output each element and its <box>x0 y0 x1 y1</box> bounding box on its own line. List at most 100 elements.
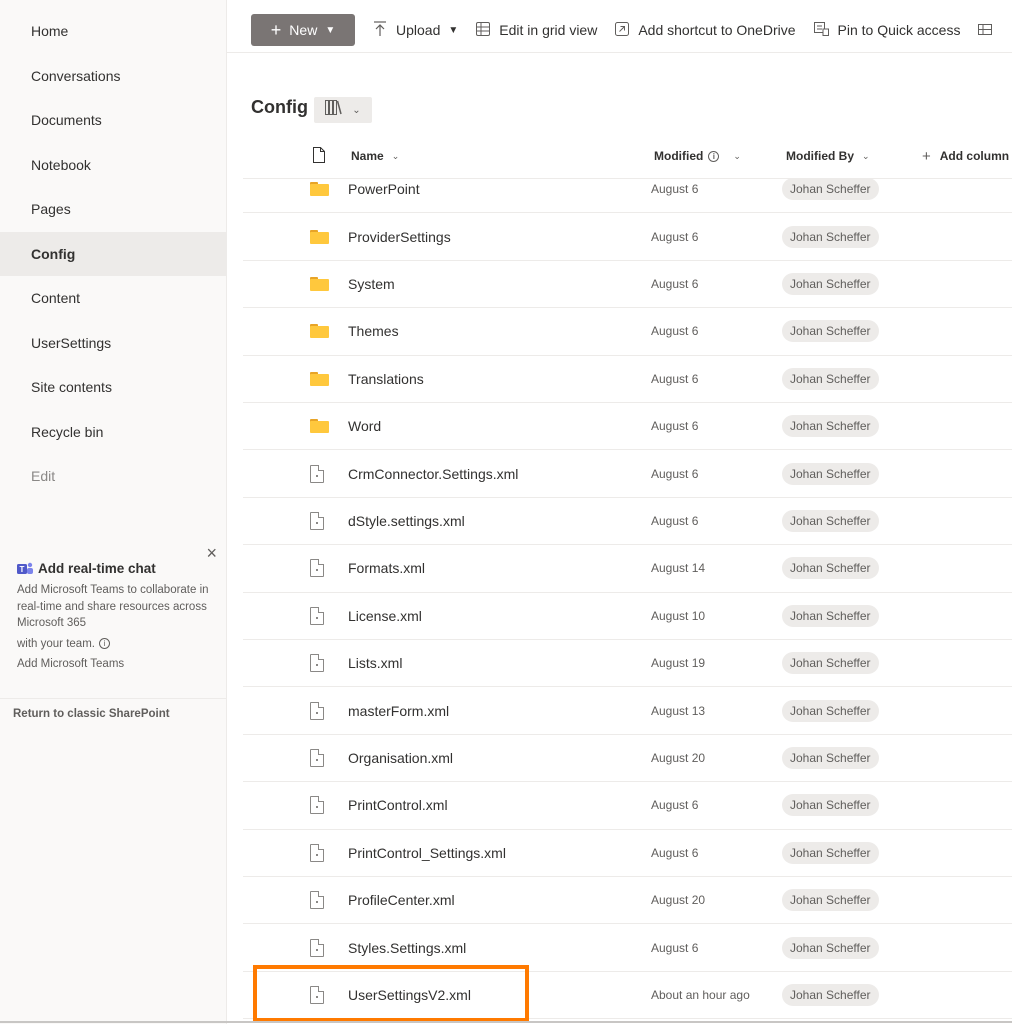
table-row[interactable]: masterForm.xml August 13 Johan Scheffer <box>243 687 1012 735</box>
view-options-button[interactable]: ⌄ <box>314 97 372 123</box>
file-type-header[interactable] <box>313 146 325 166</box>
file-name[interactable]: System <box>348 276 395 292</box>
modified-by-badge[interactable]: Johan Scheffer <box>782 889 879 912</box>
file-shape <box>310 985 324 1004</box>
modified-by-badge[interactable]: Johan Scheffer <box>782 746 879 769</box>
modified-by-badge[interactable]: Johan Scheffer <box>782 557 879 580</box>
modified-by-badge[interactable]: Johan Scheffer <box>782 367 879 390</box>
upload-icon <box>373 20 387 40</box>
file-name[interactable]: PrintControl_Settings.xml <box>348 845 506 861</box>
sidebar-item-usersettings[interactable]: UserSettings <box>0 321 226 366</box>
file-shape <box>310 511 324 530</box>
more-commands-button[interactable] <box>978 22 1001 39</box>
modified-by-badge[interactable]: Johan Scheffer <box>782 225 879 248</box>
file-name[interactable]: Organisation.xml <box>348 750 453 766</box>
file-name[interactable]: Translations <box>348 371 424 387</box>
table-row[interactable]: PowerPoint August 6 Johan Scheffer <box>243 166 1012 214</box>
file-name[interactable]: PowerPoint <box>348 181 420 197</box>
add-shortcut-button[interactable]: Add shortcut to OneDrive <box>615 21 796 39</box>
modified-by-badge[interactable]: Johan Scheffer <box>782 936 879 959</box>
folder-icon <box>310 324 329 339</box>
sidebar-item-recycle-bin[interactable]: Recycle bin <box>0 410 226 455</box>
file-shape <box>310 464 324 483</box>
sidebar-item-conversations[interactable]: Conversations <box>0 54 226 99</box>
modified-by-badge[interactable]: Johan Scheffer <box>782 320 879 343</box>
add-column-button[interactable]: + Add column <box>922 146 1009 166</box>
modified-by-badge[interactable]: Johan Scheffer <box>782 983 879 1006</box>
modified-by-header-label: Modified By <box>786 149 854 163</box>
add-teams-link[interactable]: Add Microsoft Teams <box>17 658 211 670</box>
sidebar-item-content[interactable]: Content <box>0 276 226 321</box>
sidebar-item-notebook[interactable]: Notebook <box>0 143 226 188</box>
modified-by-badge[interactable]: Johan Scheffer <box>782 794 879 817</box>
modified-by-badge[interactable]: Johan Scheffer <box>782 699 879 722</box>
sidebar-item-pages[interactable]: Pages <box>0 187 226 232</box>
modified-by-badge[interactable]: Johan Scheffer <box>782 652 879 675</box>
modified-by-badge[interactable]: Johan Scheffer <box>782 462 879 485</box>
return-classic-link[interactable]: Return to classic SharePoint <box>13 708 170 720</box>
file-name[interactable]: masterForm.xml <box>348 703 449 719</box>
sidebar-item-config[interactable]: Config <box>0 231 226 276</box>
info-icon[interactable]: i <box>98 638 110 649</box>
file-name[interactable]: dStyle.settings.xml <box>348 513 465 529</box>
table-row[interactable]: System August 6 Johan Scheffer <box>243 261 1012 309</box>
file-shape <box>310 654 324 673</box>
pin-quick-access-button[interactable]: Pin to Quick access <box>813 21 960 39</box>
table-row[interactable]: PrintControl.xml August 6 Johan Scheffer <box>243 782 1012 830</box>
table-row[interactable]: UserSettingsV2.xml About an hour ago Johan… <box>243 972 1012 1020</box>
sidebar-item-documents[interactable]: Documents <box>0 98 226 143</box>
new-button[interactable]: + New ▼ <box>251 14 355 46</box>
column-header-modified[interactable]: Modified i ⌄ <box>654 146 741 166</box>
modified-by-badge[interactable]: Johan Scheffer <box>782 604 879 627</box>
file-name[interactable]: CrmConnector.Settings.xml <box>348 466 518 482</box>
file-name[interactable]: ProviderSettings <box>348 229 451 245</box>
file-name[interactable]: Themes <box>348 323 399 339</box>
table-row[interactable]: Styles.Settings.xml August 6 Johan Scheffe… <box>243 924 1012 972</box>
file-name[interactable]: Word <box>348 418 381 434</box>
close-icon[interactable]: × <box>206 544 217 562</box>
modified-by-badge[interactable]: Johan Scheffer <box>782 415 879 438</box>
table-row[interactable]: Translations August 6 Johan Scheffer <box>243 356 1012 403</box>
sidebar-item-edit[interactable]: Edit <box>0 454 226 499</box>
sidebar-item-home[interactable]: Home <box>0 9 226 54</box>
table-row[interactable]: ProfileCenter.xml August 20 Johan Scheffer <box>243 877 1012 925</box>
sidebar-item-label: Content <box>31 290 81 307</box>
table-row[interactable]: License.xml August 10 Johan Scheffer <box>243 593 1012 640</box>
file-icon <box>310 511 324 530</box>
table-row[interactable]: Lists.xml August 19 Johan Scheffer <box>243 640 1012 688</box>
modified-by-badge[interactable]: Johan Scheffer <box>782 509 879 532</box>
library-title: Config <box>251 97 308 117</box>
sidebar-item-site-contents[interactable]: Site contents <box>0 365 226 410</box>
table-row[interactable]: Themes August 6 Johan Scheffer <box>243 308 1012 356</box>
chat-promo-panel: × T Add real-time chat Add Microsoft Tea… <box>0 540 227 670</box>
table-row[interactable]: Word August 6 Johan Scheffer <box>243 403 1012 451</box>
modified-by-badge[interactable]: Johan Scheffer <box>782 841 879 864</box>
table-row[interactable]: ProviderSettings August 6 Johan Scheffer <box>243 213 1012 261</box>
file-name[interactable]: PrintControl.xml <box>348 797 448 813</box>
upload-button[interactable]: Upload ▼ <box>373 20 458 40</box>
column-header-name[interactable]: Name ⌄ <box>351 146 399 166</box>
sidebar-item-label: Config <box>31 245 76 262</box>
table-row[interactable]: PrintControl_Settings.xml August 6 Johan S… <box>243 830 1012 877</box>
file-name[interactable]: License.xml <box>348 608 422 624</box>
table-row[interactable]: Formats.xml August 14 Johan Scheffer <box>243 545 1012 593</box>
info-icon[interactable]: i <box>708 150 720 162</box>
column-header-modified-by[interactable]: Modified By ⌄ <box>786 146 870 166</box>
file-name[interactable]: UserSettingsV2.xml <box>348 987 471 1003</box>
table-row[interactable]: CrmConnector.Settings.xml August 6 Johan S… <box>243 450 1012 498</box>
sidebar-item-label: Recycle bin <box>31 423 104 440</box>
file-name[interactable]: Formats.xml <box>348 560 425 576</box>
modified-by-badge[interactable]: Johan Scheffer <box>782 178 879 201</box>
edit-grid-view-button[interactable]: Edit in grid view <box>476 21 597 39</box>
table-row[interactable]: dStyle.settings.xml August 6 Johan Scheffe… <box>243 498 1012 546</box>
file-name[interactable]: ProfileCenter.xml <box>348 892 455 908</box>
modified-date: August 6 <box>651 798 699 813</box>
file-icon <box>310 654 324 673</box>
divider <box>0 1021 1012 1023</box>
modified-date: August 19 <box>651 656 706 671</box>
file-name[interactable]: Lists.xml <box>348 655 402 671</box>
table-row[interactable]: Organisation.xml August 20 Johan Scheffer <box>243 735 1012 783</box>
promo-text-end: with your team. <box>17 637 95 650</box>
file-name[interactable]: Styles.Settings.xml <box>348 940 466 956</box>
modified-by-badge[interactable]: Johan Scheffer <box>782 272 879 295</box>
